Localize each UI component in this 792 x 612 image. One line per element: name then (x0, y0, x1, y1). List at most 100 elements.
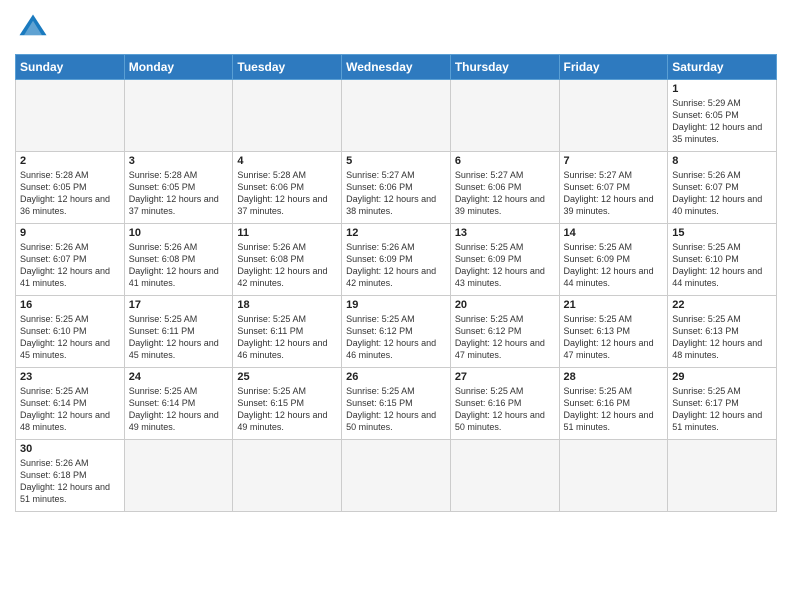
day-number: 13 (455, 227, 555, 239)
day-info: Sunrise: 5:27 AM Sunset: 6:06 PM Dayligh… (455, 169, 555, 218)
calendar-cell: 13 Sunrise: 5:25 AM Sunset: 6:09 PM Dayli… (450, 224, 559, 296)
day-info: Sunrise: 5:25 AM Sunset: 6:11 PM Dayligh… (129, 313, 229, 362)
day-info: Sunrise: 5:26 AM Sunset: 6:09 PM Dayligh… (346, 241, 446, 290)
day-info: Sunrise: 5:25 AM Sunset: 6:09 PM Dayligh… (455, 241, 555, 290)
day-number: 23 (20, 371, 120, 383)
day-number: 16 (20, 299, 120, 311)
day-number: 28 (564, 371, 664, 383)
day-info: Sunrise: 5:25 AM Sunset: 6:10 PM Dayligh… (20, 313, 120, 362)
day-number: 9 (20, 227, 120, 239)
day-number: 8 (672, 155, 772, 167)
calendar-cell (450, 80, 559, 152)
calendar-cell: 25Sunrise: 5:25 AM Sunset: 6:15 PM Dayli… (233, 368, 342, 440)
day-info: Sunrise: 5:25 AM Sunset: 6:13 PM Dayligh… (564, 313, 664, 362)
day-of-week-friday: Friday (559, 55, 668, 80)
day-number: 6 (455, 155, 555, 167)
calendar-cell: 21 Sunrise: 5:25 AM Sunset: 6:13 PM Dayli… (559, 296, 668, 368)
week-row-4: 23 Sunrise: 5:25 AM Sunset: 6:14 PM Dayli… (16, 368, 777, 440)
calendar-cell (124, 80, 233, 152)
day-info: Sunrise: 5:25 AM Sunset: 6:15 PM Dayligh… (237, 385, 337, 434)
day-number: 18 (237, 299, 337, 311)
calendar-cell (233, 80, 342, 152)
day-info: Sunrise: 5:28 AM Sunset: 6:06 PM Dayligh… (237, 169, 337, 218)
day-info: Sunrise: 5:28 AM Sunset: 6:05 PM Dayligh… (129, 169, 229, 218)
day-of-week-wednesday: Wednesday (342, 55, 451, 80)
day-of-week-sunday: Sunday (16, 55, 125, 80)
day-number: 29 (672, 371, 772, 383)
calendar-cell: 12 Sunrise: 5:26 AM Sunset: 6:09 PM Dayli… (342, 224, 451, 296)
calendar-cell (450, 440, 559, 512)
calendar-cell: 29 Sunrise: 5:25 AM Sunset: 6:17 PM Dayli… (668, 368, 777, 440)
day-number: 21 (564, 299, 664, 311)
day-info: Sunrise: 5:27 AM Sunset: 6:06 PM Dayligh… (346, 169, 446, 218)
calendar-cell: 1 Sunrise: 5:29 AM Sunset: 6:05 PM Daylig… (668, 80, 777, 152)
day-of-week-tuesday: Tuesday (233, 55, 342, 80)
week-row-0: 1 Sunrise: 5:29 AM Sunset: 6:05 PM Daylig… (16, 80, 777, 152)
week-row-1: 2Sunrise: 5:28 AM Sunset: 6:05 PM Daylig… (16, 152, 777, 224)
day-info: Sunrise: 5:25 AM Sunset: 6:11 PM Dayligh… (237, 313, 337, 362)
day-info: Sunrise: 5:25 AM Sunset: 6:12 PM Dayligh… (455, 313, 555, 362)
header (15, 10, 777, 46)
calendar-cell: 26 Sunrise: 5:25 AM Sunset: 6:15 PM Dayli… (342, 368, 451, 440)
day-number: 7 (564, 155, 664, 167)
day-info: Sunrise: 5:29 AM Sunset: 6:05 PM Dayligh… (672, 97, 772, 146)
day-number: 22 (672, 299, 772, 311)
day-number: 20 (455, 299, 555, 311)
day-number: 4 (237, 155, 337, 167)
day-info: Sunrise: 5:25 AM Sunset: 6:16 PM Dayligh… (564, 385, 664, 434)
calendar-cell: 22 Sunrise: 5:25 AM Sunset: 6:13 PM Dayli… (668, 296, 777, 368)
day-of-week-thursday: Thursday (450, 55, 559, 80)
day-of-week-saturday: Saturday (668, 55, 777, 80)
calendar-cell: 23 Sunrise: 5:25 AM Sunset: 6:14 PM Dayli… (16, 368, 125, 440)
day-info: Sunrise: 5:25 AM Sunset: 6:12 PM Dayligh… (346, 313, 446, 362)
calendar-cell: 2Sunrise: 5:28 AM Sunset: 6:05 PM Daylig… (16, 152, 125, 224)
day-of-week-monday: Monday (124, 55, 233, 80)
calendar-cell: 17 Sunrise: 5:25 AM Sunset: 6:11 PM Dayli… (124, 296, 233, 368)
day-info: Sunrise: 5:25 AM Sunset: 6:10 PM Dayligh… (672, 241, 772, 290)
week-row-3: 16 Sunrise: 5:25 AM Sunset: 6:10 PM Dayli… (16, 296, 777, 368)
day-number: 17 (129, 299, 229, 311)
day-info: Sunrise: 5:25 AM Sunset: 6:09 PM Dayligh… (564, 241, 664, 290)
calendar-cell: 28 Sunrise: 5:25 AM Sunset: 6:16 PM Dayli… (559, 368, 668, 440)
calendar-cell: 7 Sunrise: 5:27 AM Sunset: 6:07 PM Daylig… (559, 152, 668, 224)
day-info: Sunrise: 5:28 AM Sunset: 6:05 PM Dayligh… (20, 169, 120, 218)
calendar-cell (16, 80, 125, 152)
calendar-cell: 27Sunrise: 5:25 AM Sunset: 6:16 PM Dayli… (450, 368, 559, 440)
day-info: Sunrise: 5:25 AM Sunset: 6:14 PM Dayligh… (20, 385, 120, 434)
calendar-cell (342, 80, 451, 152)
calendar-cell: 20 Sunrise: 5:25 AM Sunset: 6:12 PM Dayli… (450, 296, 559, 368)
day-number: 12 (346, 227, 446, 239)
day-number: 10 (129, 227, 229, 239)
page: SundayMondayTuesdayWednesdayThursdayFrid… (0, 0, 792, 522)
calendar-cell: 6 Sunrise: 5:27 AM Sunset: 6:06 PM Daylig… (450, 152, 559, 224)
day-info: Sunrise: 5:27 AM Sunset: 6:07 PM Dayligh… (564, 169, 664, 218)
day-number: 3 (129, 155, 229, 167)
day-info: Sunrise: 5:26 AM Sunset: 6:08 PM Dayligh… (129, 241, 229, 290)
calendar-cell: 3 Sunrise: 5:28 AM Sunset: 6:05 PM Daylig… (124, 152, 233, 224)
day-number: 26 (346, 371, 446, 383)
calendar-cell: 18 Sunrise: 5:25 AM Sunset: 6:11 PM Dayli… (233, 296, 342, 368)
day-info: Sunrise: 5:25 AM Sunset: 6:17 PM Dayligh… (672, 385, 772, 434)
day-info: Sunrise: 5:26 AM Sunset: 6:08 PM Dayligh… (237, 241, 337, 290)
calendar-cell: 19Sunrise: 5:25 AM Sunset: 6:12 PM Dayli… (342, 296, 451, 368)
calendar-cell: 11Sunrise: 5:26 AM Sunset: 6:08 PM Dayli… (233, 224, 342, 296)
calendar-cell (559, 440, 668, 512)
day-number: 5 (346, 155, 446, 167)
day-number: 14 (564, 227, 664, 239)
calendar-cell (668, 440, 777, 512)
logo-icon (15, 10, 51, 46)
calendar-cell: 4 Sunrise: 5:28 AM Sunset: 6:06 PM Daylig… (233, 152, 342, 224)
calendar-cell (124, 440, 233, 512)
calendar-cell: 24Sunrise: 5:25 AM Sunset: 6:14 PM Dayli… (124, 368, 233, 440)
calendar-cell: 5 Sunrise: 5:27 AM Sunset: 6:06 PM Daylig… (342, 152, 451, 224)
day-info: Sunrise: 5:25 AM Sunset: 6:14 PM Dayligh… (129, 385, 229, 434)
day-number: 15 (672, 227, 772, 239)
calendar-cell (559, 80, 668, 152)
calendar-cell: 30Sunrise: 5:26 AM Sunset: 6:18 PM Dayli… (16, 440, 125, 512)
day-info: Sunrise: 5:25 AM Sunset: 6:15 PM Dayligh… (346, 385, 446, 434)
day-number: 1 (672, 83, 772, 95)
calendar-cell: 10 Sunrise: 5:26 AM Sunset: 6:08 PM Dayli… (124, 224, 233, 296)
calendar-cell (233, 440, 342, 512)
day-info: Sunrise: 5:26 AM Sunset: 6:18 PM Dayligh… (20, 457, 120, 506)
day-info: Sunrise: 5:25 AM Sunset: 6:13 PM Dayligh… (672, 313, 772, 362)
